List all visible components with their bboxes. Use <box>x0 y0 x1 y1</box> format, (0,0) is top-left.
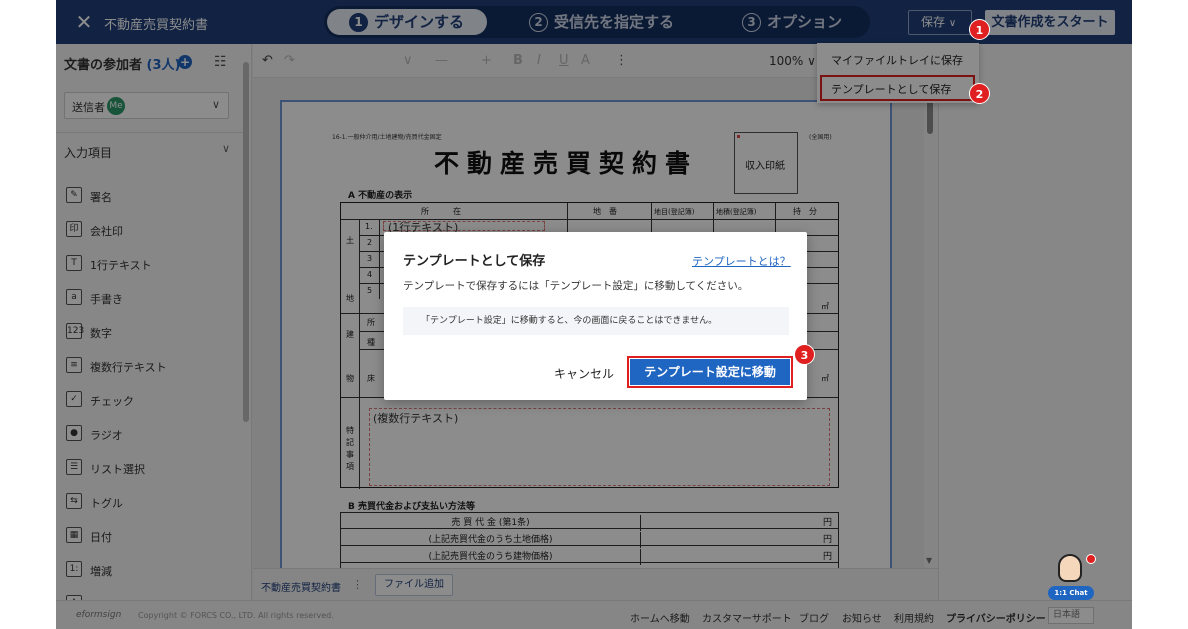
step-marker-1: 1 <box>969 19 990 40</box>
chat-label: 1:1 Chat <box>1048 586 1094 600</box>
support-agent-icon <box>1058 554 1082 582</box>
template-help-link[interactable]: テンプレートとは？ <box>692 253 791 269</box>
step-marker-2: 2 <box>969 83 990 104</box>
dialog-note: 「テンプレート設定」に移動すると、今の画面に戻ることはできません。 <box>403 307 789 335</box>
step-marker-3: 3 <box>794 344 815 365</box>
cancel-button[interactable]: キャンセル <box>554 365 614 382</box>
save-template-dialog: テンプレートとして保存 テンプレートとは？ テンプレートで保存するには「テンプレ… <box>384 232 807 400</box>
go-to-template-settings-button[interactable]: テンプレート設定に移動 <box>630 359 790 385</box>
notification-dot <box>1086 554 1096 564</box>
dialog-message: テンプレートで保存するには「テンプレート設定」に移動してください。 <box>403 280 749 292</box>
chat-widget[interactable]: 1:1 Chat <box>1048 552 1096 602</box>
app-window: ✕ 不動産売買契約書 1 デザインする 2 受信先を指定する 3 オプション 保存 ∨… <box>56 0 1132 629</box>
dialog-title: テンプレートとして保存 <box>403 254 546 269</box>
